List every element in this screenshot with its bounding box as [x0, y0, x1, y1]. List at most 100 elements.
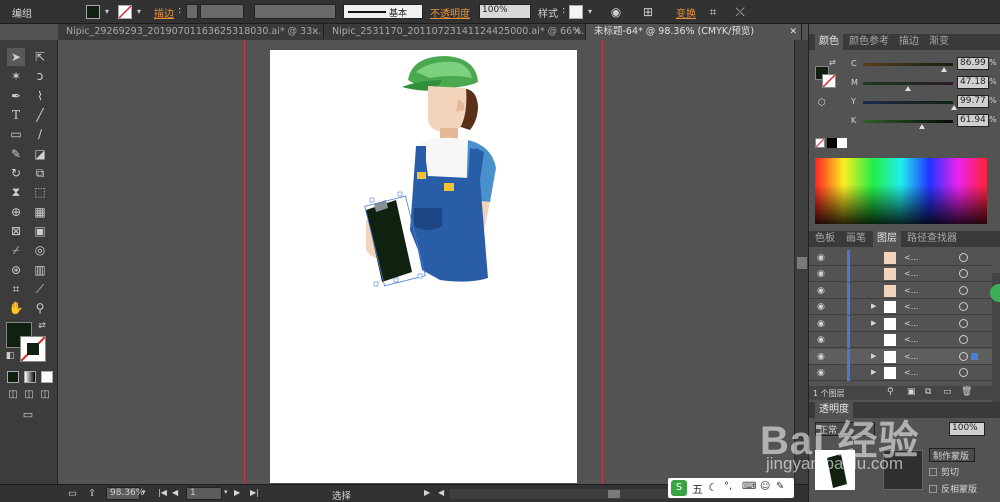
zoom-field[interactable]: 98.36%: [106, 487, 144, 500]
vertical-scrollbar[interactable]: [794, 40, 808, 484]
slider-knob[interactable]: [941, 67, 947, 72]
eye-icon[interactable]: ◉: [817, 253, 825, 263]
symbol-sprayer-tool-icon[interactable]: ⊛: [7, 261, 25, 279]
slider-black[interactable]: K 61.94 %: [815, 113, 997, 131]
screen-mode-icon[interactable]: ▭: [18, 408, 38, 422]
canvas[interactable]: [58, 40, 794, 484]
tab-swatches[interactable]: 色板: [815, 231, 835, 247]
skin-icon[interactable]: ☺: [760, 481, 770, 492]
invert-mask-checkbox[interactable]: [929, 485, 937, 493]
direct-selection-tool-icon[interactable]: ⇱: [31, 48, 49, 66]
mesh-tool-icon[interactable]: ⊠: [7, 222, 25, 240]
column-graph-tool-icon[interactable]: ▥: [31, 261, 49, 279]
layer-row[interactable]: ◉ ▶ <...: [809, 299, 992, 315]
tab-document-active[interactable]: 未标题-64* @ 98.36% (CMYK/预览) ✕: [586, 24, 802, 40]
tab-pathfinder[interactable]: 路径查找器: [907, 231, 957, 247]
style-dropdown-icon[interactable]: ▾: [585, 4, 595, 20]
opacity-field[interactable]: 100%: [479, 4, 531, 19]
align-icon[interactable]: ⊞: [640, 4, 656, 20]
make-clipping-mask-icon[interactable]: ▣: [907, 387, 916, 397]
transform-options-icon[interactable]: ⤬: [732, 4, 748, 20]
tab-layers[interactable]: 图层: [873, 231, 901, 247]
h-scroll-left-icon[interactable]: ◀: [438, 488, 444, 497]
recolor-artwork-icon[interactable]: ◉: [608, 4, 624, 20]
target-icon[interactable]: [959, 352, 968, 361]
stroke-weight-field[interactable]: [200, 4, 244, 19]
selection-indicator[interactable]: [971, 353, 978, 360]
white-swatch[interactable]: [837, 138, 847, 148]
tab-gradient[interactable]: 渐变: [929, 34, 949, 50]
expand-icon[interactable]: ▶: [871, 319, 876, 327]
target-icon[interactable]: [959, 368, 968, 377]
rectangle-tool-icon[interactable]: ▭: [7, 125, 25, 143]
expand-icon[interactable]: ▶: [871, 352, 876, 360]
artboard-number-field[interactable]: 1: [186, 487, 222, 500]
swap-fill-stroke-icon[interactable]: ⇄: [36, 320, 48, 332]
expand-icon[interactable]: ▶: [871, 368, 876, 376]
h-scroll-thumb[interactable]: [608, 490, 620, 498]
pencil-tool-icon[interactable]: ✎: [7, 145, 25, 163]
document-icon[interactable]: ▭: [68, 488, 77, 499]
graphic-style-swatch[interactable]: [569, 5, 583, 19]
blend-mode-select[interactable]: 正常: [815, 422, 875, 436]
tab-document-2[interactable]: Nipic_2531170_20110723141124425000.ai* @…: [324, 24, 586, 40]
next-artboard-icon[interactable]: ▶: [234, 488, 240, 497]
perspective-grid-tool-icon[interactable]: ▦: [31, 203, 49, 221]
pen-tool-icon[interactable]: ✒: [7, 87, 25, 105]
eyedropper-tool-icon[interactable]: ⌿: [7, 241, 25, 259]
eye-icon[interactable]: ◉: [817, 269, 825, 279]
close-icon[interactable]: ✕: [311, 24, 319, 40]
layer-row-selected[interactable]: ◉ ▶ <...: [809, 349, 992, 365]
fill-dropdown-icon[interactable]: ▾: [102, 4, 112, 20]
stroke-label[interactable]: 描边: [154, 5, 174, 20]
tools-icon[interactable]: ✎: [776, 481, 784, 492]
draw-behind-icon[interactable]: ◫: [22, 388, 36, 402]
expand-icon[interactable]: ▶: [871, 302, 876, 310]
slider-knob[interactable]: [905, 86, 911, 91]
status-menu-icon[interactable]: ▶: [424, 488, 430, 497]
slice-tool-icon[interactable]: ⟋: [31, 280, 49, 298]
line-tool-icon[interactable]: ╱: [31, 106, 49, 124]
locate-object-icon[interactable]: ⚲: [887, 387, 894, 397]
object-thumbnail[interactable]: [815, 450, 855, 490]
brush-definition[interactable]: 基本: [343, 4, 423, 19]
stroke-color-box[interactable]: [20, 336, 46, 362]
slider-knob[interactable]: [919, 124, 925, 129]
paintbrush-tool-icon[interactable]: ∕: [31, 125, 49, 143]
stroke-swatch[interactable]: [118, 5, 132, 19]
eraser-tool-icon[interactable]: ◪: [31, 145, 49, 163]
magic-wand-tool-icon[interactable]: ✶: [7, 67, 25, 85]
color-mode-icon[interactable]: [7, 371, 19, 383]
zoom-dropdown-icon[interactable]: ▾: [142, 488, 146, 496]
artboard[interactable]: [270, 50, 577, 483]
close-icon[interactable]: ✕: [573, 24, 581, 40]
artboard-dropdown-icon[interactable]: ▾: [224, 488, 228, 496]
draw-mode-icon[interactable]: ◫: [6, 388, 20, 402]
new-sublayer-icon[interactable]: ⧉: [925, 387, 931, 397]
ime-logo-icon[interactable]: S: [671, 480, 687, 496]
mask-thumbnail[interactable]: [883, 450, 923, 490]
none-swatch[interactable]: [815, 138, 825, 148]
none-mode-icon[interactable]: [41, 371, 53, 383]
make-mask-button[interactable]: 制作蒙版: [929, 448, 975, 462]
scale-tool-icon[interactable]: ⧉: [31, 164, 49, 182]
variable-width-profile[interactable]: [254, 4, 336, 19]
tab-transparency[interactable]: 透明度: [815, 402, 853, 418]
target-icon[interactable]: [959, 253, 968, 262]
eye-icon[interactable]: ◉: [817, 335, 825, 345]
eye-icon[interactable]: ◉: [817, 352, 825, 362]
prev-artboard-icon[interactable]: ◀: [172, 488, 178, 497]
zoom-tool-icon[interactable]: ⚲: [31, 299, 49, 317]
artboard-tool-icon[interactable]: ⌗: [7, 280, 25, 298]
new-layer-icon[interactable]: ▭: [943, 387, 952, 397]
tab-document-1[interactable]: Nipic_29269293_20190701163625318030.ai* …: [58, 24, 324, 40]
share-icon[interactable]: ⇪: [88, 488, 96, 499]
layer-row[interactable]: ◉ ▶ <...: [809, 316, 992, 332]
eye-icon[interactable]: ◉: [817, 286, 825, 296]
draw-inside-icon[interactable]: ◫: [38, 388, 52, 402]
stroke-dropdown-icon[interactable]: ▾: [134, 4, 144, 20]
eye-icon[interactable]: ◉: [817, 302, 825, 312]
delete-icon[interactable]: 🗑: [961, 387, 972, 397]
layer-row[interactable]: ◉ ▶ <...: [809, 365, 992, 381]
gradient-mode-icon[interactable]: [24, 371, 36, 383]
